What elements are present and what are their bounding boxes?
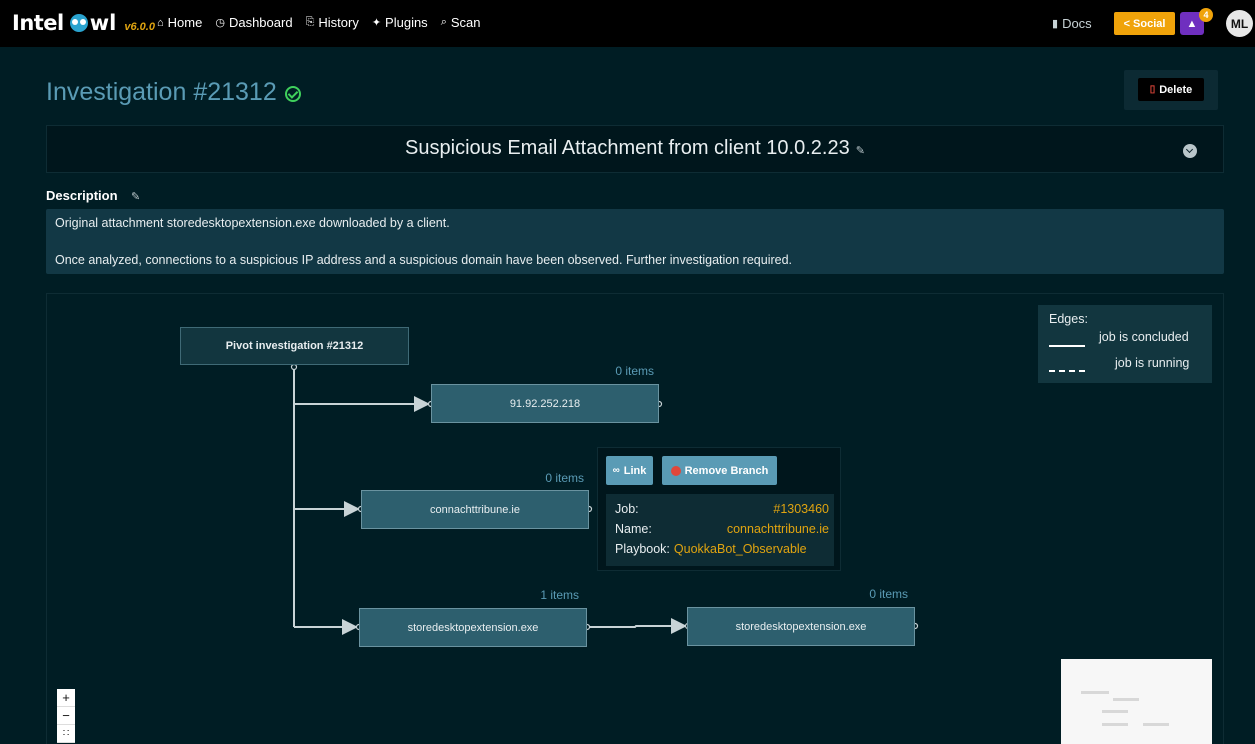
- social-label: Social: [1133, 17, 1166, 30]
- search-icon: ⌕: [440, 16, 447, 28]
- legend-concluded-label: job is concluded: [1099, 330, 1189, 344]
- pencil-icon[interactable]: ✎: [856, 145, 865, 157]
- playbook-key: Playbook:: [615, 542, 670, 556]
- description-line-2: Once analyzed, connections to a suspicio…: [55, 253, 793, 267]
- graph-minimap[interactable]: [1061, 659, 1212, 744]
- node-items-count: 0 items: [615, 364, 654, 378]
- root-node[interactable]: Pivot investigation #21312: [180, 327, 409, 365]
- notifications-badge: 4: [1199, 8, 1213, 22]
- remove-branch-label: Remove Branch: [684, 464, 769, 477]
- job-link[interactable]: #1303460: [773, 502, 829, 516]
- remove-icon: [670, 465, 681, 476]
- nav-scan-label: Scan: [450, 15, 481, 30]
- node-file-child[interactable]: storedesktopextension.exe: [687, 607, 915, 646]
- description-line-1: Original attachment storedesktopextensio…: [55, 216, 450, 230]
- node-ip[interactable]: 91.92.252.218: [431, 384, 659, 423]
- top-navbar: Intel wl v6.0.0 ⌂ Home ◷ Dashboard ⎘ His…: [0, 0, 1255, 47]
- chevron-down-icon[interactable]: [1183, 144, 1197, 158]
- edges-legend: Edges: job is concluded job is running: [1038, 305, 1212, 383]
- docs-label: Docs: [1062, 16, 1092, 31]
- link-icon: ∞: [612, 465, 620, 476]
- history-icon: ⎘: [305, 16, 315, 28]
- docs-link[interactable]: ▮ Docs: [1052, 16, 1092, 31]
- nav-home-label: Home: [167, 15, 203, 30]
- version-label: v6.0.0: [124, 21, 155, 33]
- nav-scan[interactable]: ⌕ Scan: [441, 15, 481, 30]
- avatar[interactable]: ML: [1226, 10, 1253, 37]
- job-row: Job: #1303460: [615, 502, 829, 516]
- description-box: Original attachment storedesktopextensio…: [46, 209, 1224, 274]
- page-title: Investigation #21312: [46, 78, 301, 107]
- nav-history[interactable]: ⎘ History: [306, 15, 359, 30]
- remove-branch-button[interactable]: Remove Branch: [662, 456, 777, 485]
- delete-container: ▯ Delete: [1124, 70, 1218, 110]
- investigation-name: Suspicious Email Attachment from client …: [47, 137, 1223, 160]
- name-value: connachttribune.ie: [726, 522, 829, 536]
- legend-dashed-line: [1049, 370, 1085, 372]
- name-row: Name: connachttribune.ie: [615, 522, 829, 536]
- nav-links: ⌂ Home ◷ Dashboard ⎘ History ✦ Plugins ⌕…: [157, 15, 481, 30]
- zoom-in-button[interactable]: +: [57, 689, 75, 707]
- legend-solid-line: [1049, 345, 1085, 347]
- owl-icon: [69, 14, 88, 32]
- brand-logo[interactable]: Intel wl v6.0.0: [12, 11, 155, 35]
- playbook-row: Playbook: QuokkaBot_Observable: [615, 542, 829, 556]
- node-domain[interactable]: connachttribune.ie: [361, 490, 589, 529]
- social-button[interactable]: < Social: [1114, 12, 1175, 35]
- node-file-child-label: storedesktopextension.exe: [735, 620, 867, 633]
- minimap-node: [1143, 723, 1169, 726]
- fit-view-button[interactable]: ∷: [57, 725, 75, 743]
- brand-owl-text: wl: [89, 11, 117, 35]
- minimap-node: [1113, 698, 1139, 701]
- delete-button[interactable]: ▯ Delete: [1138, 78, 1204, 101]
- minimap-node: [1081, 691, 1109, 694]
- bell-icon: ▲: [1186, 17, 1198, 30]
- root-node-label: Pivot investigation #21312: [225, 340, 364, 352]
- node-ip-label: 91.92.252.218: [509, 397, 581, 410]
- node-items-count: 0 items: [545, 471, 584, 485]
- nav-history-label: History: [318, 15, 359, 30]
- name-key: Name:: [615, 522, 652, 536]
- job-details: Job: #1303460 Name: connachttribune.ie P…: [606, 494, 834, 566]
- investigation-name-card: Suspicious Email Attachment from client …: [46, 125, 1224, 173]
- node-items-count: 0 items: [869, 587, 908, 601]
- minimap-node: [1102, 723, 1128, 726]
- nav-dashboard-label: Dashboard: [228, 15, 293, 30]
- book-icon: ▮: [1052, 18, 1059, 30]
- zoom-out-button[interactable]: −: [57, 707, 75, 725]
- home-icon: ⌂: [157, 16, 164, 29]
- job-key: Job:: [615, 502, 639, 516]
- node-file-label: storedesktopextension.exe: [407, 621, 539, 634]
- node-file[interactable]: storedesktopextension.exe: [359, 608, 587, 647]
- nav-dashboard[interactable]: ◷ Dashboard: [215, 15, 292, 30]
- dashboard-icon: ◷: [215, 17, 225, 29]
- delete-label: Delete: [1159, 83, 1193, 96]
- nav-plugins[interactable]: ✦ Plugins: [372, 15, 428, 30]
- playbook-value: QuokkaBot_Observable: [673, 542, 807, 556]
- share-icon: <: [1123, 17, 1131, 30]
- link-label: Link: [623, 464, 647, 477]
- node-toolbar-popover: ∞ Link Remove Branch Job: #1303460 Name:…: [597, 447, 841, 571]
- nav-home[interactable]: ⌂ Home: [157, 15, 202, 30]
- minimap-node: [1102, 710, 1128, 713]
- description-label: Description: [46, 188, 118, 203]
- link-button[interactable]: ∞ Link: [606, 456, 653, 485]
- legend-running-label: job is running: [1115, 356, 1190, 370]
- nav-plugins-label: Plugins: [385, 15, 428, 30]
- node-domain-label: connachttribune.ie: [430, 503, 520, 516]
- edit-description-pencil-icon[interactable]: ✎: [131, 190, 140, 203]
- brand-intel-text: Intel: [12, 11, 64, 35]
- legend-title: Edges:: [1049, 312, 1088, 326]
- trash-icon: ▯: [1149, 84, 1156, 95]
- plugins-icon: ✦: [371, 17, 382, 29]
- node-items-count: 1 items: [540, 588, 579, 602]
- investigation-title: Investigation #21312: [46, 78, 277, 106]
- zoom-controls: + − ∷: [57, 689, 75, 743]
- investigation-name-text: Suspicious Email Attachment from client …: [405, 137, 850, 159]
- check-circle-icon: [284, 85, 301, 102]
